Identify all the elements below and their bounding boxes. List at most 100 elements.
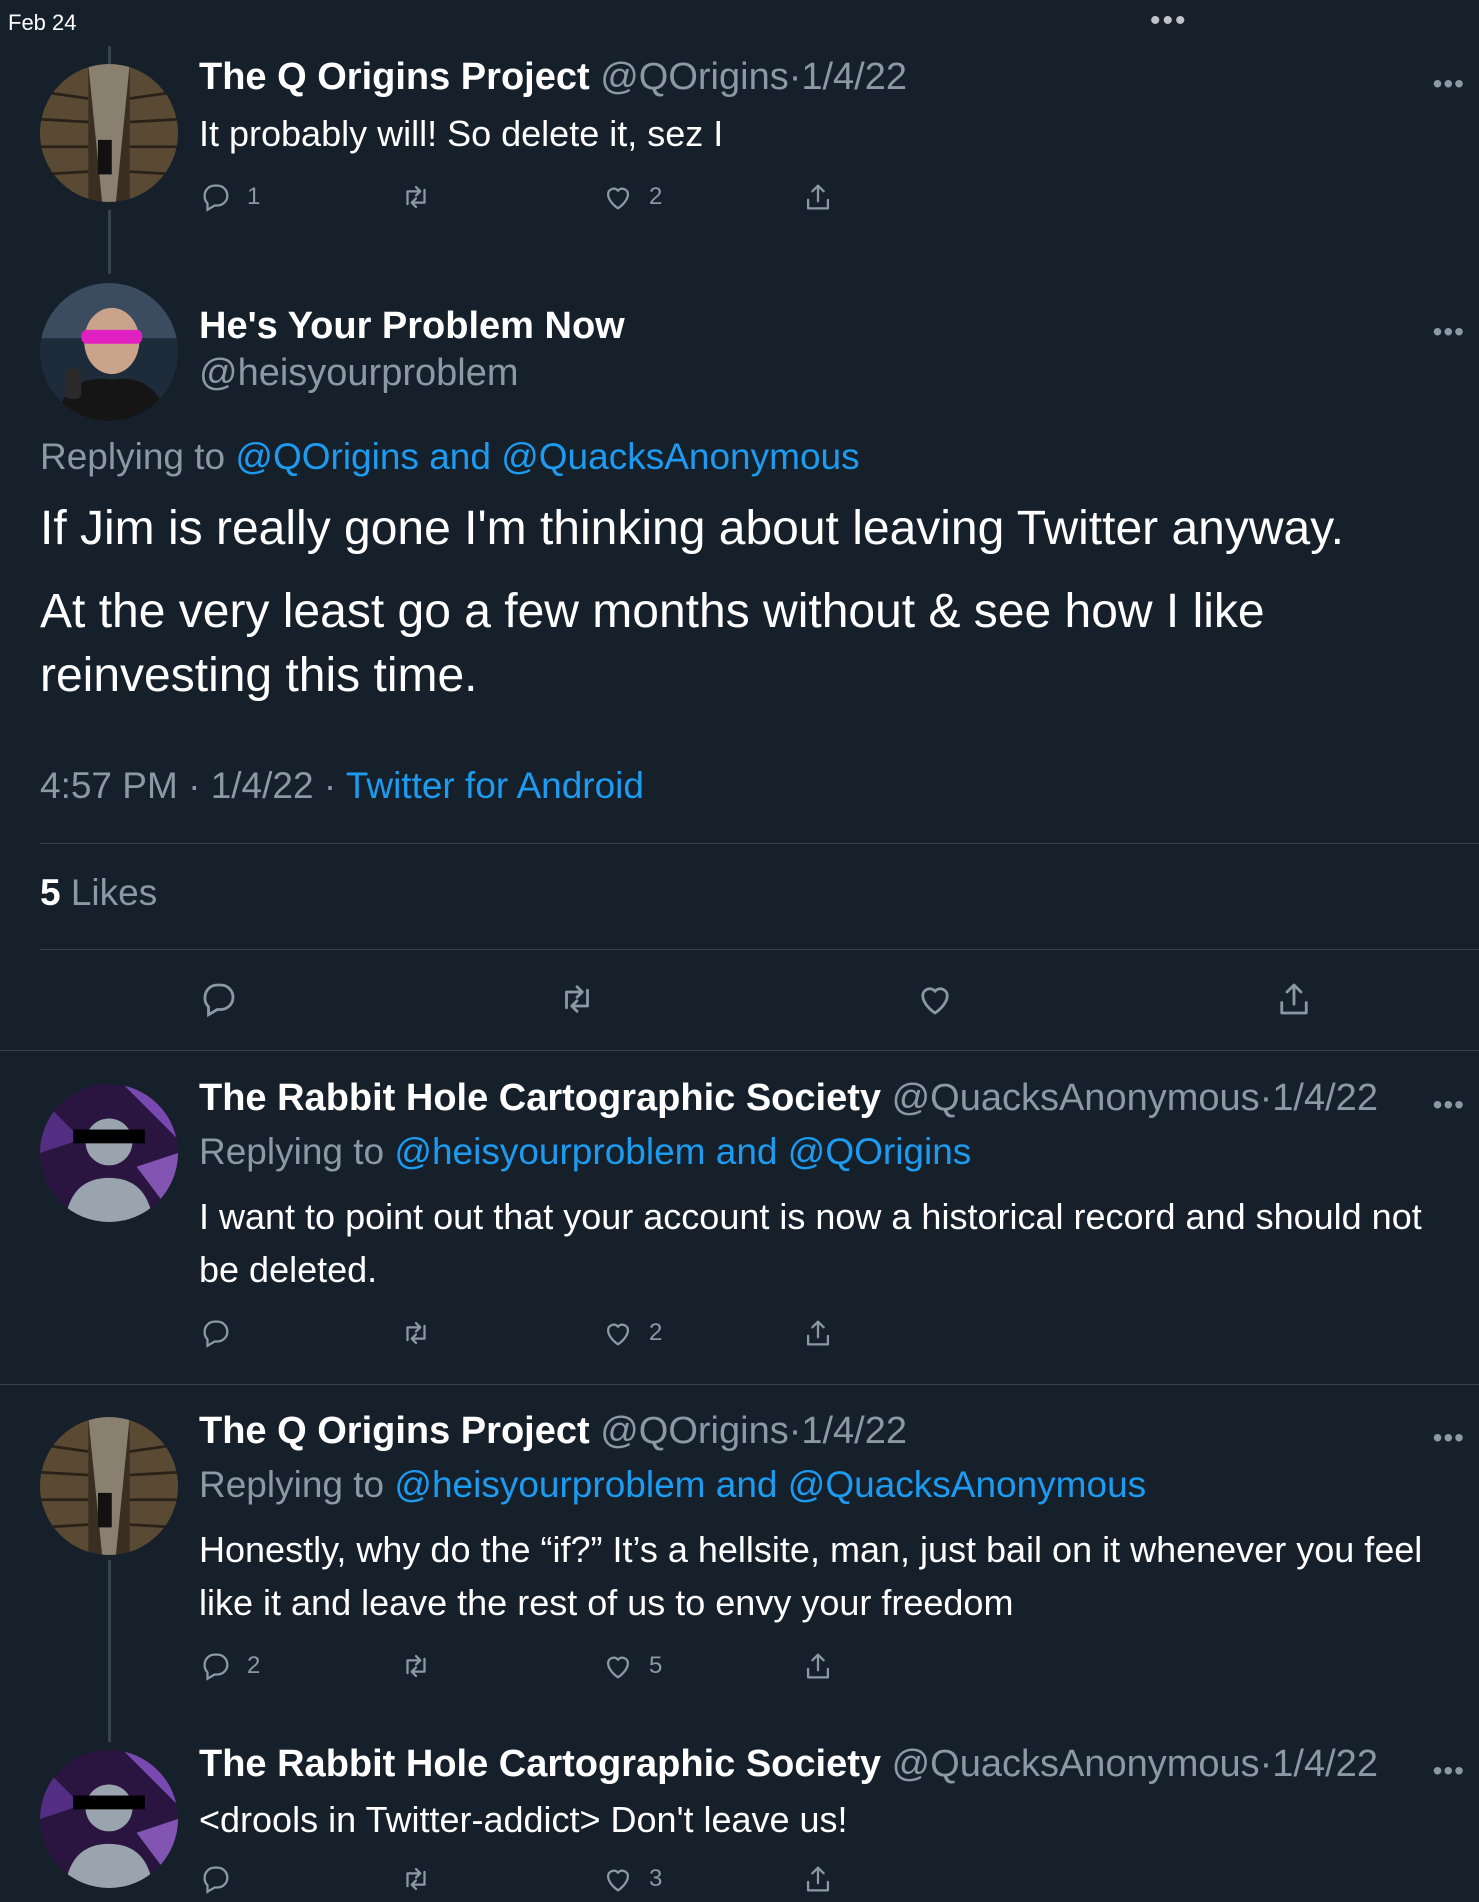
share-icon <box>806 1320 830 1346</box>
more-options-icon[interactable]: ••• <box>1433 318 1465 346</box>
likes-summary[interactable]: 5 Likes <box>40 872 157 914</box>
share-icon <box>806 1866 830 1892</box>
tweet-actions: 2 5 <box>199 1649 899 1689</box>
reply-button[interactable] <box>199 1862 247 1896</box>
avatar-qorigins[interactable] <box>40 1417 178 1555</box>
replying-prefix: Replying to <box>40 436 236 477</box>
tweet-actions: 1 2 <box>199 180 899 220</box>
separator-dot: · <box>788 1410 802 1452</box>
divider <box>40 843 1479 844</box>
like-count: 2 <box>649 183 663 210</box>
reply-icon <box>203 1653 229 1681</box>
reply-button[interactable] <box>199 1316 247 1350</box>
like-button[interactable]: 3 <box>601 1862 662 1896</box>
divider <box>0 1050 1479 1051</box>
author-name[interactable]: The Q Origins Project <box>199 56 590 98</box>
reply-button[interactable]: 1 <box>199 180 260 214</box>
replying-to: Replying to @heisyourproblem and @QOrigi… <box>199 1131 971 1173</box>
tweet-date[interactable]: 1/4/22 <box>801 56 907 98</box>
replying-to-link[interactable]: @heisyourproblem and @QOrigins <box>394 1131 971 1172</box>
separator-dot: · <box>323 765 337 806</box>
author-name[interactable]: He's Your Problem Now <box>199 305 625 348</box>
replying-prefix: Replying to <box>199 1131 395 1172</box>
likes-label: Likes <box>70 872 158 913</box>
tweet-meta: 4:57 PM · 1/4/22 · Twitter for Android <box>40 765 644 807</box>
author-handle[interactable]: @heisyourproblem <box>199 352 519 395</box>
more-options-icon[interactable]: ••• <box>1433 1091 1465 1119</box>
reply-count: 1 <box>247 183 261 210</box>
reply-icon <box>203 983 235 1018</box>
tweet-text-paragraph-1: If Jim is really gone I'm thinking about… <box>40 502 1344 555</box>
more-options-icon[interactable]: ••• <box>1433 1757 1465 1785</box>
author-handle[interactable]: @QuacksAnonymous <box>892 1743 1260 1785</box>
like-button[interactable]: 2 <box>601 180 662 214</box>
tweet-text: <drools in Twitter-addict> Don't leave u… <box>199 1799 848 1840</box>
retweet-button[interactable] <box>399 1316 447 1350</box>
retweet-button[interactable] <box>399 1649 447 1683</box>
like-count: 2 <box>649 1319 663 1346</box>
reply-button[interactable] <box>198 978 240 1025</box>
retweet-icon <box>406 1654 426 1678</box>
multitasking-dots-icon[interactable]: ••• <box>1150 6 1188 36</box>
tweet-date[interactable]: 1/4/22 <box>801 1410 907 1452</box>
avatar-qorigins[interactable] <box>40 64 178 202</box>
archive-corridor-avatar-icon <box>40 64 178 202</box>
reply-icon <box>203 1320 229 1348</box>
tweet-actions: 3 <box>199 1862 899 1902</box>
tweet-date: 1/4/22 <box>210 765 314 806</box>
author-handle[interactable]: @QuacksAnonymous <box>892 1077 1260 1119</box>
more-options-icon[interactable]: ••• <box>1433 70 1465 98</box>
author-name[interactable]: The Rabbit Hole Cartographic Society <box>199 1743 881 1785</box>
retweet-button[interactable] <box>399 180 447 214</box>
tweet-source-link[interactable]: Twitter for Android <box>346 765 644 806</box>
tweet-date[interactable]: 1/4/22 <box>1272 1077 1378 1119</box>
share-icon <box>806 184 830 210</box>
divider <box>40 949 1479 950</box>
retweet-button[interactable] <box>556 978 598 1025</box>
replying-to: Replying to @QOrigins and @QuacksAnonymo… <box>40 436 860 478</box>
share-button[interactable] <box>801 1862 835 1896</box>
author-handle[interactable]: @QOrigins <box>600 1410 789 1452</box>
heart-icon <box>606 1869 630 1892</box>
tweet-text: It probably will! So delete it, sez I <box>199 113 724 154</box>
tweet-text-paragraph-2: At the very least go a few months withou… <box>40 585 1265 702</box>
share-button[interactable] <box>1273 978 1315 1025</box>
like-button[interactable]: 2 <box>601 1316 662 1350</box>
focused-tweet-actions <box>0 978 1479 1024</box>
reply-count: 2 <box>247 1652 261 1679</box>
divider <box>0 1384 1479 1385</box>
avatar-quacksanonymous[interactable] <box>40 1084 178 1222</box>
reply-icon <box>203 1866 229 1894</box>
share-button[interactable] <box>801 180 835 214</box>
like-button[interactable]: 5 <box>601 1649 662 1683</box>
replying-to-link[interactable]: @heisyourproblem and @QuacksAnonymous <box>394 1464 1146 1505</box>
tweet-time: 4:57 PM <box>40 765 178 806</box>
reply-button[interactable]: 2 <box>199 1649 260 1683</box>
reply-icon <box>203 184 229 212</box>
author-name[interactable]: The Rabbit Hole Cartographic Society <box>199 1077 881 1119</box>
retweet-button[interactable] <box>399 1862 447 1896</box>
tweet-date[interactable]: 1/4/22 <box>1272 1743 1378 1785</box>
separator-dot: · <box>1259 1743 1273 1785</box>
tweet-header: The Rabbit Hole Cartographic Society @Qu… <box>199 1076 1378 1122</box>
retweet-icon <box>406 1867 426 1891</box>
like-button[interactable] <box>914 978 956 1025</box>
redacted-person-avatar-icon <box>40 1750 178 1888</box>
retweet-icon <box>406 1321 426 1345</box>
share-button[interactable] <box>801 1649 835 1683</box>
author-handle[interactable]: @QOrigins <box>600 56 789 98</box>
status-bar-date: Feb 24 <box>8 10 77 35</box>
share-button[interactable] <box>801 1316 835 1350</box>
author-name[interactable]: The Q Origins Project <box>199 1410 590 1452</box>
share-icon <box>806 1653 830 1679</box>
avatar-quacksanonymous[interactable] <box>40 1750 178 1888</box>
more-options-icon[interactable]: ••• <box>1433 1424 1465 1452</box>
thread-line <box>108 210 111 274</box>
share-icon <box>1280 983 1308 1015</box>
avatar-heisyourproblem[interactable] <box>40 283 178 421</box>
separator-dot: · <box>788 56 802 98</box>
retweet-icon <box>406 185 426 209</box>
like-count: 3 <box>649 1865 663 1892</box>
replying-to-link[interactable]: @QOrigins and @QuacksAnonymous <box>235 436 859 477</box>
thread-line <box>108 1560 111 1742</box>
